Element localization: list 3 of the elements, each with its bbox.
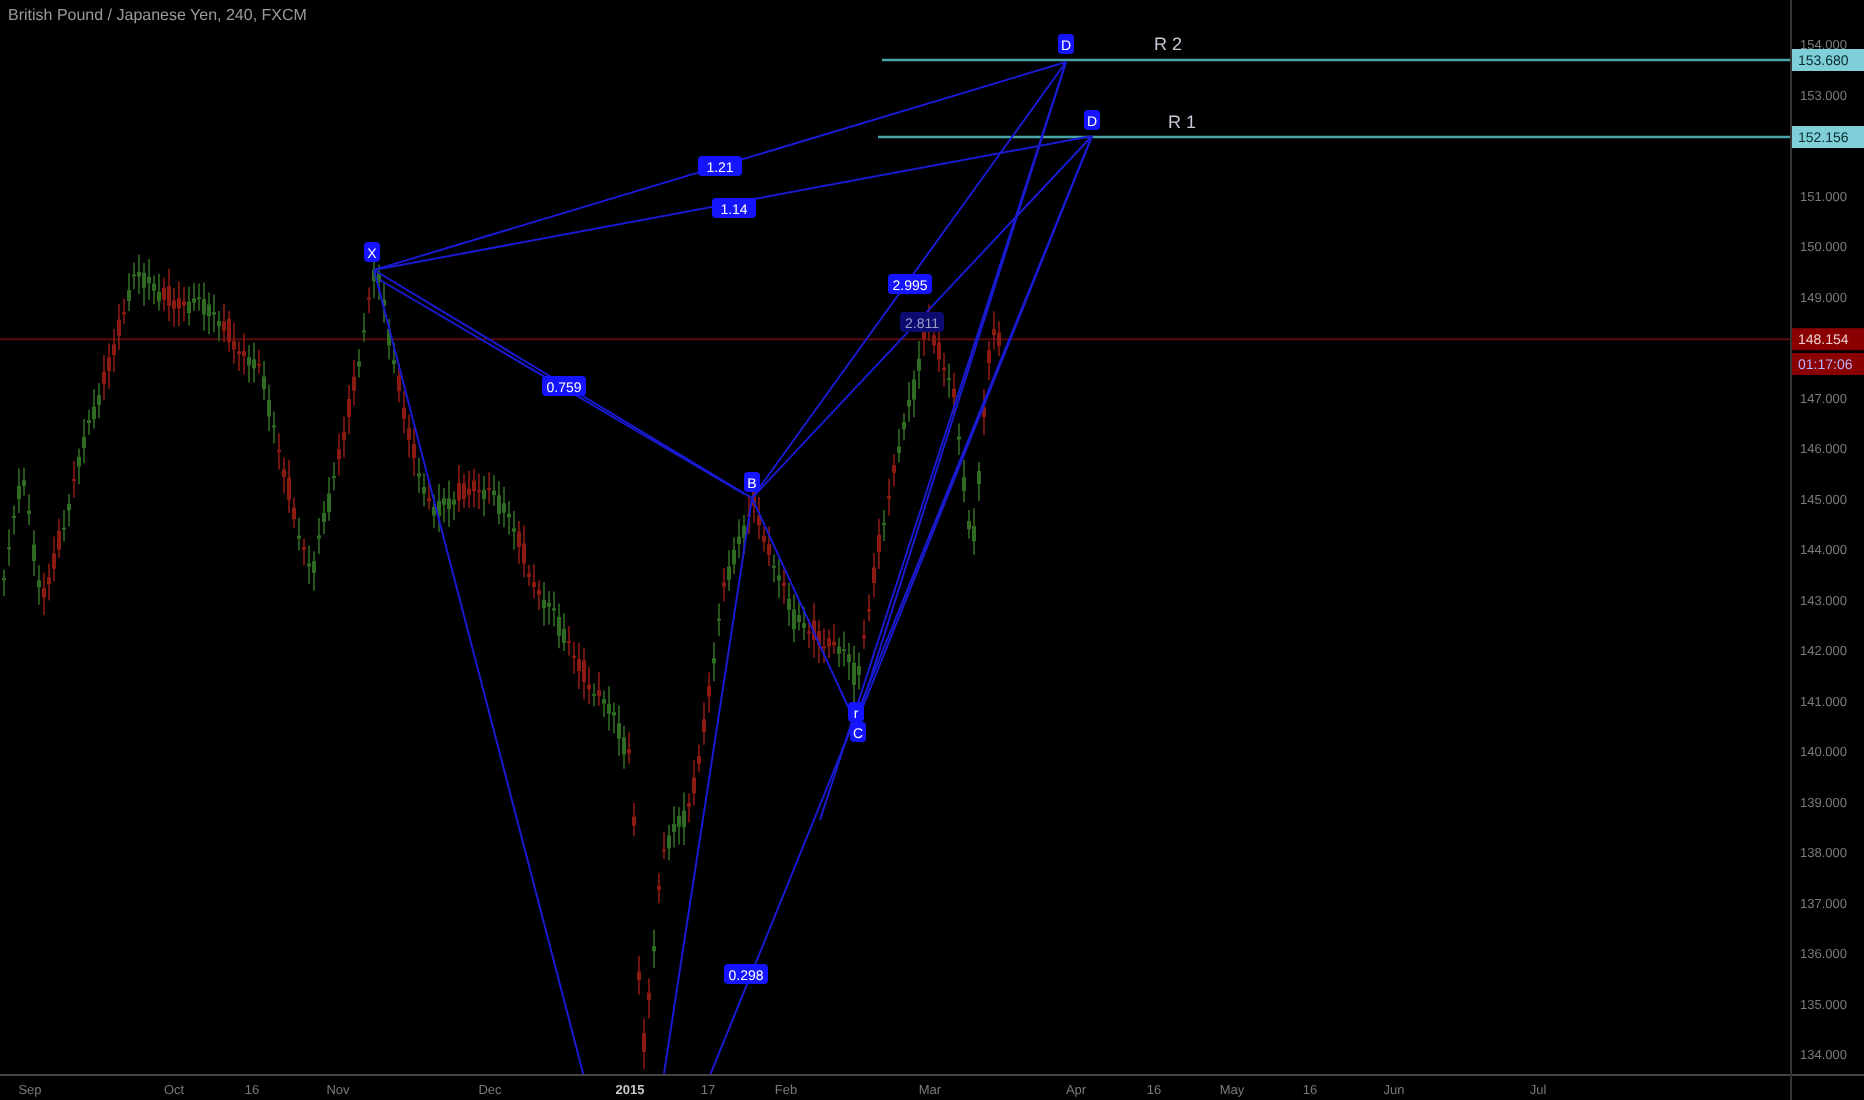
- chart-title: British Pound / Japanese Yen, 240, FXCM: [8, 6, 307, 24]
- level-label: R 2: [1154, 34, 1183, 54]
- level-label: R 1: [1168, 112, 1197, 132]
